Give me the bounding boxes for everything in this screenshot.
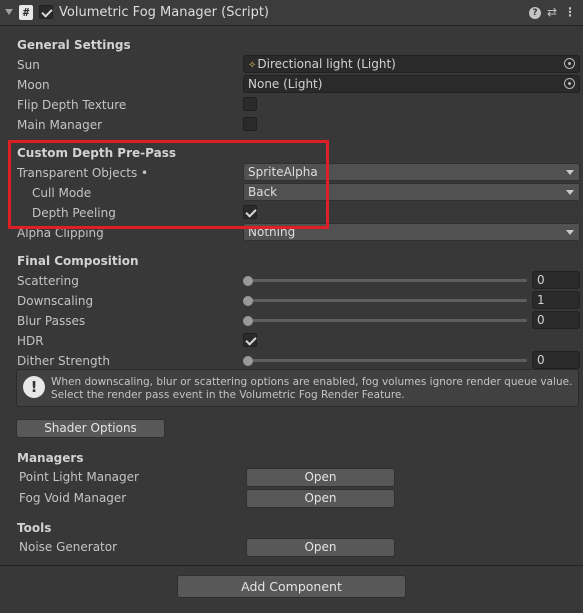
sun-field[interactable]: ✧Directional light (Light) — [243, 55, 580, 73]
hdr-label: HDR — [17, 334, 44, 348]
tools-title: Tools — [17, 521, 52, 535]
sun-value: Directional light (Light) — [257, 57, 396, 71]
general-settings-title: General Settings — [17, 38, 131, 52]
dither-strength-label: Dither Strength — [17, 354, 110, 368]
object-picker-icon[interactable] — [564, 58, 575, 69]
scattering-slider-thumb[interactable] — [243, 276, 253, 286]
help-icon[interactable]: ? — [529, 7, 541, 19]
object-picker-icon[interactable] — [564, 78, 575, 89]
scattering-label: Scattering — [17, 274, 79, 288]
highlight-box — [8, 140, 329, 229]
final-composition-title: Final Composition — [17, 254, 139, 268]
helpbox-text: When downscaling, blur or scattering opt… — [51, 376, 573, 401]
fog-void-manager-label: Fog Void Manager — [19, 491, 127, 505]
add-component-button[interactable]: Add Component — [177, 575, 406, 598]
dither-strength-slider[interactable] — [245, 359, 527, 362]
dropdown-arrow-icon — [566, 190, 574, 195]
moon-field[interactable]: None (Light) — [243, 75, 580, 93]
preset-icon[interactable]: ⇄ — [545, 5, 559, 19]
main-manager-label: Main Manager — [17, 118, 103, 132]
info-icon: ! — [23, 376, 45, 398]
main-manager-checkbox[interactable] — [243, 117, 257, 131]
component-enabled-checkbox[interactable] — [39, 5, 53, 19]
shader-options-button[interactable]: Shader Options — [16, 419, 165, 438]
divider — [0, 565, 583, 566]
blur-passes-slider[interactable] — [245, 319, 527, 322]
downscaling-slider[interactable] — [245, 299, 527, 302]
blur-passes-slider-thumb[interactable] — [243, 316, 253, 326]
menu-icon[interactable]: ⋮ — [563, 5, 577, 19]
point-light-manager-open-button[interactable]: Open — [246, 468, 395, 487]
blur-passes-value[interactable]: 0 — [532, 311, 580, 329]
downscaling-label: Downscaling — [17, 294, 94, 308]
script-icon: # — [19, 5, 33, 20]
component-title: Volumetric Fog Manager (Script) — [59, 5, 269, 20]
noise-generator-open-button[interactable]: Open — [246, 538, 395, 557]
info-helpbox: ! When downscaling, blur or scattering o… — [16, 369, 579, 407]
sun-label: Sun — [17, 58, 40, 72]
point-light-manager-label: Point Light Manager — [19, 470, 139, 484]
blur-passes-label: Blur Passes — [17, 314, 86, 328]
moon-value: None (Light) — [248, 77, 323, 91]
moon-label: Moon — [17, 78, 50, 92]
dither-strength-value[interactable]: 0 — [532, 351, 580, 369]
downscaling-slider-thumb[interactable] — [243, 296, 253, 306]
managers-title: Managers — [17, 451, 84, 465]
flip-depth-label: Flip Depth Texture — [17, 98, 127, 112]
dither-strength-slider-thumb[interactable] — [243, 356, 253, 366]
component-header: # Volumetric Fog Manager (Script) ? ⇄ ⋮ — [0, 0, 583, 26]
downscaling-value[interactable]: 1 — [532, 291, 580, 309]
fold-arrow-icon[interactable] — [5, 9, 13, 15]
scattering-slider[interactable] — [245, 279, 527, 282]
flip-depth-checkbox[interactable] — [243, 97, 257, 111]
hdr-checkbox[interactable] — [243, 333, 257, 347]
dropdown-arrow-icon — [566, 230, 574, 235]
noise-generator-label: Noise Generator — [19, 540, 118, 554]
fog-void-manager-open-button[interactable]: Open — [246, 489, 395, 508]
light-icon: ✧ — [248, 60, 257, 71]
dropdown-arrow-icon — [566, 170, 574, 175]
scattering-value[interactable]: 0 — [532, 271, 580, 289]
